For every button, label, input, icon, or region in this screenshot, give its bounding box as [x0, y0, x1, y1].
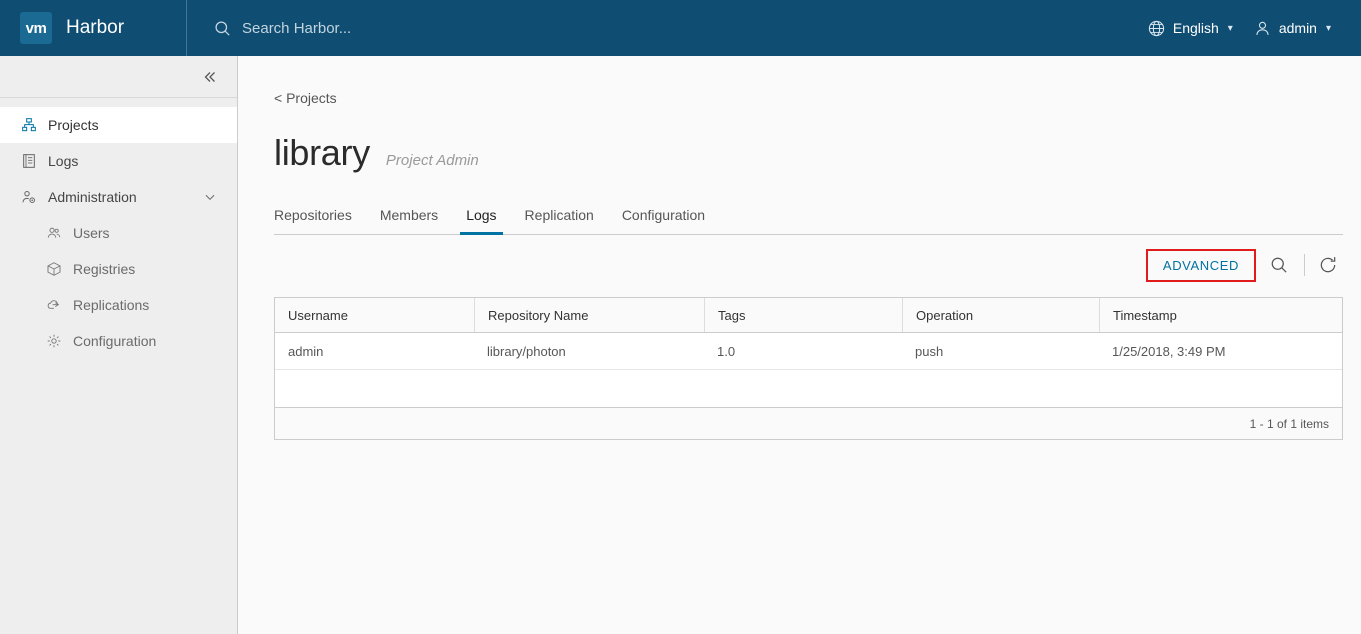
column-header-operation[interactable]: Operation [902, 298, 1099, 332]
language-label: English [1172, 20, 1219, 36]
column-header-username[interactable]: Username [275, 298, 474, 332]
project-role-label: Project Admin [385, 152, 479, 169]
sidebar-label-administration: Administration [48, 189, 137, 205]
registries-icon [47, 262, 61, 276]
table-header-row: Username Repository Name Tags Operation … [275, 298, 1342, 333]
sidebar-item-logs[interactable]: Logs [0, 143, 237, 179]
search-icon [1271, 257, 1287, 273]
advanced-button[interactable]: ADVANCED [1153, 254, 1249, 277]
sidebar-item-administration[interactable]: Administration [0, 179, 237, 215]
refresh-icon [1320, 257, 1336, 273]
collapse-sidebar-icon[interactable] [201, 68, 219, 86]
cell-operation: push [915, 343, 944, 359]
replications-icon [47, 300, 60, 309]
header-actions: English ▾ admin ▾ [1139, 13, 1361, 44]
sidebar-nav: Projects Logs Administration Users Regis… [0, 98, 237, 359]
projects-icon [22, 118, 36, 132]
logs-icon [23, 154, 35, 168]
users-icon [47, 227, 61, 238]
cell-username: admin [288, 343, 324, 359]
sidebar-label-projects: Projects [48, 117, 99, 133]
sidebar-item-projects[interactable]: Projects [0, 107, 237, 143]
tab-logs[interactable]: Logs [452, 200, 510, 235]
language-selector[interactable]: English ▾ [1139, 13, 1241, 44]
project-tabs: Repositories Members Logs Replication Co… [274, 200, 1343, 235]
sidebar-label-replications: Replications [73, 297, 150, 313]
page-title: library [274, 132, 370, 173]
column-header-tags[interactable]: Tags [704, 298, 902, 332]
sidebar-label-configuration: Configuration [73, 333, 157, 349]
vmware-logo-icon: vm [20, 12, 52, 44]
cell-tags: 1.0 [717, 343, 736, 359]
sidebar-item-configuration[interactable]: Configuration [0, 323, 237, 359]
sidebar-item-registries[interactable]: Registries [0, 251, 237, 287]
sidebar: Projects Logs Administration Users Regis… [0, 56, 238, 634]
sidebar-item-replications[interactable]: Replications [0, 287, 237, 323]
app-header: vm Harbor Search Harbor... English ▾ adm… [0, 0, 1361, 56]
administration-icon [22, 190, 35, 203]
chevron-down-icon: ▾ [1227, 22, 1233, 34]
cell-timestamp: 1/25/2018, 3:49 PM [1112, 343, 1226, 359]
brand-area[interactable]: vm Harbor [0, 12, 186, 44]
sidebar-item-users[interactable]: Users [0, 215, 237, 251]
app-title: Harbor [66, 17, 125, 38]
tab-replication[interactable]: Replication [511, 200, 608, 234]
sidebar-header [0, 56, 237, 98]
tab-configuration[interactable]: Configuration [608, 200, 719, 234]
logs-toolbar: ADVANCED [274, 240, 1343, 290]
toolbar-divider [1304, 254, 1305, 276]
logs-table: Username Repository Name Tags Operation … [274, 297, 1343, 440]
breadcrumb[interactable]: < Projects [274, 90, 1343, 106]
globe-icon [1148, 20, 1165, 36]
cell-repository-name: library/photon [487, 343, 566, 359]
search-logs-button[interactable] [1264, 250, 1294, 280]
sidebar-label-users: Users [73, 225, 110, 241]
column-header-timestamp[interactable]: Timestamp [1099, 298, 1342, 332]
user-icon [1256, 21, 1269, 35]
table-empty-row [275, 370, 1342, 408]
pagination-summary: 1 - 1 of 1 items [1249, 416, 1329, 431]
table-footer: 1 - 1 of 1 items [275, 408, 1342, 439]
project-header: library Project Admin [274, 132, 1343, 174]
column-header-repository-name[interactable]: Repository Name [474, 298, 704, 332]
username-label: admin [1278, 20, 1317, 36]
table-row[interactable]: admin library/photon 1.0 push 1/25/2018,… [275, 333, 1342, 370]
configuration-icon [47, 334, 61, 348]
main-content: < Projects library Project Admin Reposit… [239, 56, 1361, 634]
chevron-down-icon: ▾ [1325, 22, 1331, 34]
user-menu[interactable]: admin ▾ [1245, 13, 1339, 44]
refresh-button[interactable] [1313, 250, 1343, 280]
search-icon [215, 20, 230, 36]
sidebar-label-registries: Registries [73, 261, 136, 277]
advanced-highlight-box: ADVANCED [1145, 248, 1256, 282]
search-input[interactable]: Search Harbor... [242, 20, 351, 37]
chevron-down-icon[interactable] [203, 190, 217, 204]
sidebar-label-logs: Logs [48, 153, 79, 169]
tab-members[interactable]: Members [366, 200, 452, 234]
tab-repositories[interactable]: Repositories [274, 200, 366, 234]
global-search[interactable]: Search Harbor... [187, 19, 1139, 38]
